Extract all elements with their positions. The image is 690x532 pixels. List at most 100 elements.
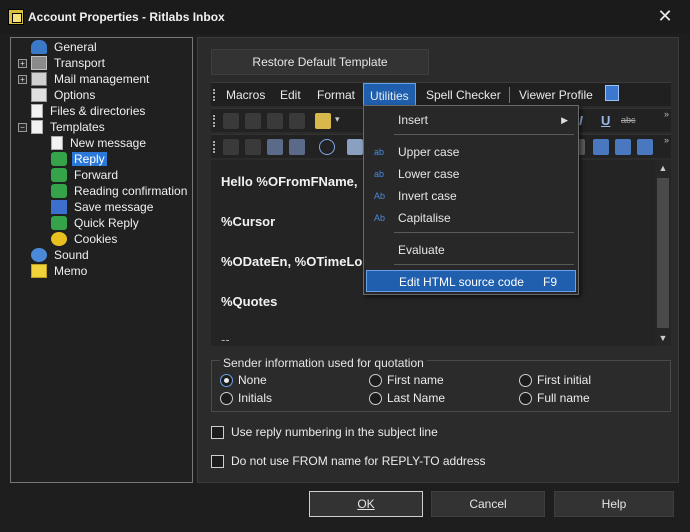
editor-line: --	[221, 332, 230, 347]
reply-numbering-checkbox[interactable]: Use reply numbering in the subject line	[211, 425, 438, 439]
subscript-icon[interactable]	[289, 139, 305, 155]
close-icon[interactable]: ✕	[656, 6, 674, 26]
menu-item-insert[interactable]: Insert ▶	[366, 109, 576, 131]
expand-mail-management-icon[interactable]: +	[18, 75, 27, 84]
cancel-button[interactable]: Cancel	[431, 491, 545, 517]
mail-management-icon	[31, 72, 47, 86]
help-button[interactable]: Help	[554, 491, 674, 517]
collapse-templates-icon[interactable]: −	[18, 123, 27, 132]
editor-scrollbar[interactable]: ▲ ▼	[655, 160, 671, 346]
radio-dot[interactable]	[519, 391, 532, 405]
expand-transport-icon[interactable]: +	[18, 59, 27, 68]
checkbox-box[interactable]	[211, 454, 224, 468]
cookies-icon	[51, 232, 67, 246]
font-size-decrease-icon[interactable]	[245, 139, 261, 155]
menu-macros[interactable]: Macros	[220, 83, 271, 107]
tree-item-new-message[interactable]: New message	[51, 135, 148, 151]
tree-item-sound[interactable]: Sound	[31, 247, 91, 263]
utilities-dropdown: Insert ▶ ab Upper case ab Lower case Ab …	[363, 105, 579, 295]
transport-icon	[31, 56, 47, 70]
insert-image-icon[interactable]	[347, 139, 363, 155]
capitalise-icon: Ab	[374, 213, 386, 223]
menu-viewer-profile[interactable]: Viewer Profile	[513, 83, 599, 107]
font-size-increase-icon[interactable]	[223, 139, 239, 155]
insert-column-icon[interactable]	[615, 139, 631, 155]
tree-item-quick-reply[interactable]: Quick Reply	[51, 215, 141, 231]
radio-dot[interactable]	[369, 391, 382, 405]
menu-item-lower-case[interactable]: ab Lower case	[366, 163, 576, 185]
radio-full-name[interactable]: Full name	[519, 391, 590, 405]
menu-item-upper-case[interactable]: ab Upper case	[366, 141, 576, 163]
radio-dot[interactable]	[220, 373, 233, 387]
editor-line: %Quotes	[221, 294, 278, 309]
italic-icon[interactable]: I	[579, 113, 583, 128]
underline-icon[interactable]: U	[601, 113, 610, 128]
shortcut-label: F9	[542, 275, 557, 289]
strikethrough-icon[interactable]: abc	[621, 115, 636, 125]
copy-icon[interactable]	[245, 113, 261, 129]
tree-item-forward[interactable]: Forward	[51, 167, 120, 183]
save-message-icon	[51, 200, 67, 214]
radio-dot[interactable]	[220, 391, 233, 405]
tree-item-cookies[interactable]: Cookies	[51, 231, 119, 247]
tree-item-options[interactable]: Options	[31, 87, 97, 103]
scroll-down-icon[interactable]: ▼	[655, 330, 671, 346]
radio-initials[interactable]: Initials	[220, 391, 272, 405]
editor-line: %ODateEn, %OTimeLo	[221, 254, 363, 269]
editor-line: %Cursor	[221, 214, 276, 229]
radio-first-name[interactable]: First name	[369, 373, 444, 387]
no-from-name-checkbox[interactable]: Do not use FROM name for REPLY-TO addres…	[211, 454, 486, 468]
tree-item-mail-management[interactable]: Mail management	[31, 71, 151, 87]
superscript-icon[interactable]	[267, 139, 283, 155]
menu-edit[interactable]: Edit	[274, 83, 307, 107]
radio-dot[interactable]	[519, 373, 532, 387]
cut-icon[interactable]	[223, 113, 239, 129]
tree-item-reading-confirmation[interactable]: Reading confirmation	[51, 183, 189, 199]
ok-button[interactable]: OK	[309, 491, 423, 517]
tree-item-save-message[interactable]: Save message	[51, 199, 155, 215]
scroll-thumb[interactable]	[657, 178, 669, 328]
menu-item-capitalise[interactable]: Ab Capitalise	[366, 207, 576, 229]
menu-item-edit-html-source[interactable]: Edit HTML source code F9	[366, 270, 576, 292]
radio-dot[interactable]	[369, 373, 382, 387]
delete-row-icon[interactable]	[637, 139, 653, 155]
insert-row-icon[interactable]	[593, 139, 609, 155]
editor-menubar: Macros Edit Format Utilities Spell Check…	[211, 82, 671, 107]
tree-item-general[interactable]: General	[31, 39, 99, 55]
sender-info-group-title: Sender information used for quotation	[220, 356, 427, 370]
reading-confirmation-icon	[51, 184, 67, 198]
invert-case-icon: Ab	[374, 191, 386, 201]
horizontal-rule-icon[interactable]	[319, 139, 335, 155]
toolbar-overflow-icon[interactable]: »	[664, 135, 669, 145]
lower-case-icon: ab	[374, 169, 385, 179]
clipboard-dropdown-icon[interactable]: ▾	[335, 114, 340, 125]
tree-item-files[interactable]: Files & directories	[31, 103, 147, 119]
menu-spell-checker[interactable]: Spell Checker	[420, 83, 507, 107]
radio-last-name[interactable]: Last Name	[369, 391, 445, 405]
upper-case-icon: ab	[374, 147, 385, 157]
options-icon	[31, 88, 47, 102]
radio-none[interactable]: None	[220, 373, 267, 387]
toolbar-overflow-icon[interactable]: »	[664, 109, 669, 119]
title-bar: Account Properties - Ritlabs Inbox ✕	[0, 0, 690, 34]
menu-utilities[interactable]: Utilities	[363, 83, 416, 107]
tree-item-transport[interactable]: Transport	[31, 55, 107, 71]
app-icon	[8, 9, 24, 25]
radio-first-initial[interactable]: First initial	[519, 373, 591, 387]
toolbar-grip	[213, 115, 215, 127]
paste-icon[interactable]	[267, 113, 283, 129]
menu-format[interactable]: Format	[311, 83, 361, 107]
menu-separator	[394, 232, 574, 233]
viewer-profile-icon[interactable]	[605, 85, 619, 101]
clipboard-icon[interactable]	[315, 113, 331, 129]
scroll-up-icon[interactable]: ▲	[655, 160, 671, 176]
menu-item-evaluate[interactable]: Evaluate	[366, 239, 576, 261]
menubar-grip	[213, 89, 215, 101]
restore-default-template-button[interactable]: Restore Default Template	[211, 49, 429, 75]
menu-item-invert-case[interactable]: Ab Invert case	[366, 185, 576, 207]
tree-item-reply[interactable]: Reply	[51, 151, 107, 167]
tree-item-memo[interactable]: Memo	[31, 263, 89, 279]
tree-item-templates[interactable]: Templates	[31, 119, 107, 135]
undo-icon[interactable]	[289, 113, 305, 129]
checkbox-box[interactable]	[211, 425, 224, 439]
